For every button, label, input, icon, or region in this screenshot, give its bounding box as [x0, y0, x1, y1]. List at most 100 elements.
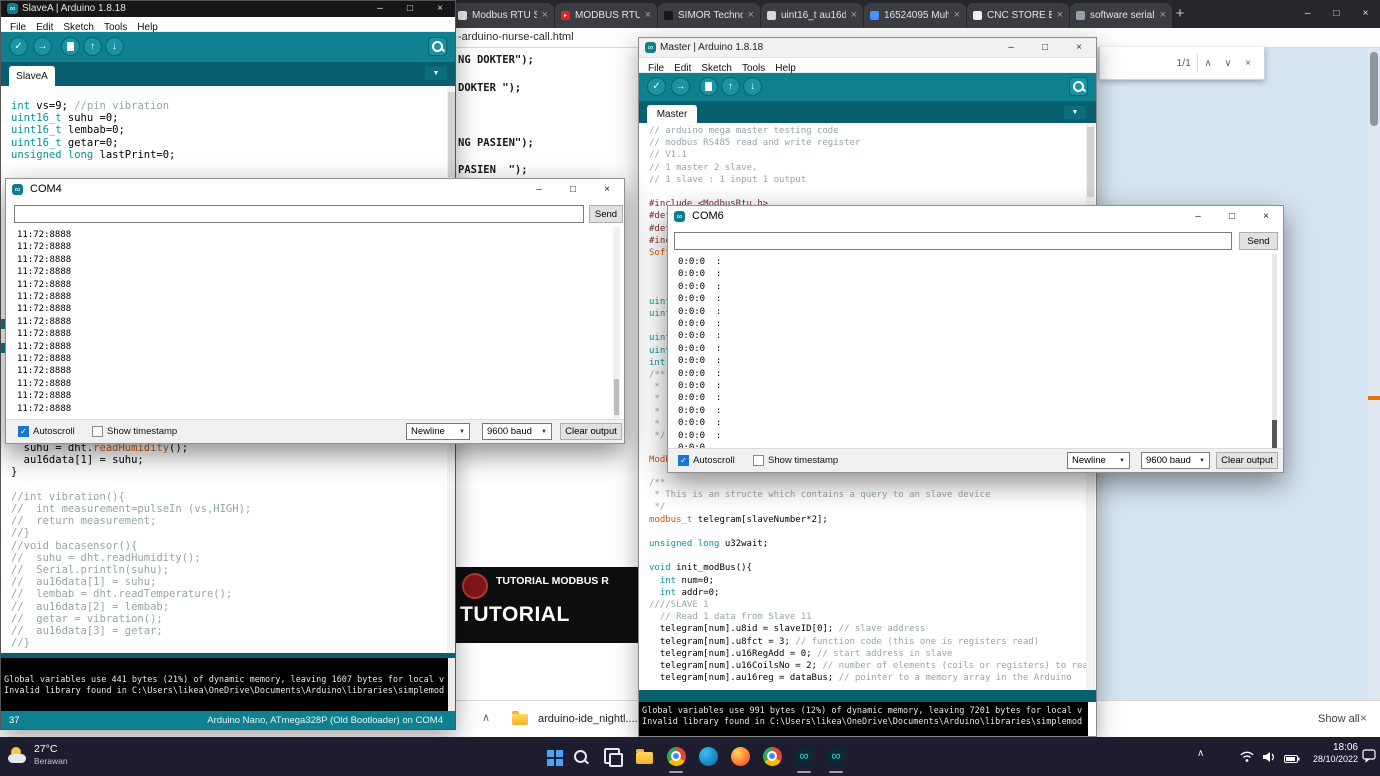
browser-button-3[interactable]	[760, 744, 784, 768]
close-icon[interactable]: ×	[1062, 38, 1096, 58]
show-timestamp-checkbox[interactable]	[92, 426, 103, 437]
line-ending-select[interactable]: Newline ▼	[1067, 452, 1130, 469]
open-sketch-button[interactable]: ↑	[83, 37, 102, 56]
title-bar[interactable]: ∞ COM6 – □ ×	[668, 206, 1283, 228]
maximize-icon[interactable]: □	[1215, 206, 1249, 228]
baud-rate-select[interactable]: 9600 baud ▼	[1141, 452, 1210, 469]
save-sketch-button[interactable]: ↓	[105, 37, 124, 56]
sketch-tab-slavea[interactable]: SlaveA	[9, 66, 55, 86]
code-editor[interactable]: /** * This is an structe which contains …	[649, 477, 1086, 689]
serial-input-field[interactable]	[14, 205, 584, 223]
sketch-tab-master[interactable]: Master	[647, 105, 697, 123]
tab-menu-dropdown[interactable]: ▼	[425, 67, 447, 80]
arduino-ide-button-1[interactable]: ∞	[792, 744, 816, 768]
minimize-icon[interactable]: –	[365, 1, 395, 17]
chevron-up-icon[interactable]: ∧	[482, 711, 490, 724]
browser-tab[interactable]: CNC STORE BA ×	[967, 3, 1069, 28]
browser-tab[interactable]: SIMOR Technol ×	[658, 3, 760, 28]
tab-close-icon[interactable]: ×	[1160, 10, 1166, 21]
browser-tab[interactable]: Modbus RTU SD ×	[452, 3, 554, 28]
save-sketch-button[interactable]: ↓	[743, 77, 762, 96]
tray-expand-button[interactable]: ∧	[1197, 748, 1204, 759]
clear-output-button[interactable]: Clear output	[1216, 452, 1278, 469]
minimize-icon[interactable]: –	[994, 38, 1028, 58]
action-center-icon[interactable]	[1362, 749, 1376, 768]
browser-tab[interactable]: software serial ×	[1070, 3, 1172, 28]
console-output[interactable]: Global variables use 991 bytes (12%) of …	[639, 702, 1096, 736]
maximize-icon[interactable]: □	[1322, 0, 1351, 28]
autoscroll-checkbox[interactable]: ✓	[18, 426, 29, 437]
tab-close-icon[interactable]: ×	[542, 10, 548, 21]
close-icon[interactable]: ×	[1351, 0, 1380, 28]
download-shelf-close-icon[interactable]: ×	[1360, 711, 1367, 725]
upload-button[interactable]: →	[671, 77, 690, 96]
scrollbar-thumb[interactable]	[614, 379, 619, 415]
send-button[interactable]: Send	[589, 205, 623, 223]
tab-close-icon[interactable]: ×	[851, 10, 857, 21]
download-item[interactable]: arduino-ide_nightl....zip	[538, 713, 652, 725]
find-next-icon[interactable]: ∨	[1218, 58, 1238, 69]
show-timestamp-checkbox[interactable]	[753, 455, 764, 466]
find-previous-icon[interactable]: ∧	[1198, 58, 1218, 69]
tab-close-icon[interactable]: ×	[954, 10, 960, 21]
arduino-ide-button-2[interactable]: ∞	[824, 744, 848, 768]
browser-button-2[interactable]	[728, 744, 752, 768]
video-thumbnail[interactable]: TUTORIAL MODBUS R TUTORIAL	[452, 567, 648, 643]
baud-rate-select[interactable]: 9600 baud ▼	[482, 423, 552, 440]
maximize-icon[interactable]: □	[1028, 38, 1062, 58]
chrome-button[interactable]	[664, 744, 688, 768]
find-input[interactable]	[1106, 53, 1176, 73]
start-button[interactable]	[536, 744, 560, 768]
browser-tab[interactable]: ▸ MODBUS RTU S ×	[555, 3, 657, 28]
clock-date[interactable]: 28/10/2022	[1306, 754, 1358, 764]
new-sketch-button[interactable]	[61, 37, 80, 56]
edge-button[interactable]	[696, 744, 720, 768]
address-bar-text[interactable]: -arduino-nurse-call.html	[458, 31, 574, 43]
close-icon[interactable]: ×	[590, 179, 624, 201]
console-divider[interactable]	[639, 690, 1096, 702]
maximize-icon[interactable]: □	[395, 1, 425, 17]
serial-input-field[interactable]	[674, 232, 1232, 250]
serial-monitor-button[interactable]	[1069, 77, 1088, 96]
code-editor[interactable]: int vs=9; //pin vibration uint16_t suhu =…	[11, 100, 448, 175]
serial-output-area[interactable]: 0:0:0 :0:0:0 :0:0:0 :0:0:0 :0:0:0 :0:0:0…	[678, 256, 1266, 450]
wifi-icon[interactable]	[1240, 750, 1254, 768]
new-tab-button[interactable]: +	[1170, 4, 1190, 24]
close-icon[interactable]: ×	[425, 1, 455, 17]
serial-output-area[interactable]: 11:72:8888 11:72:8888 11:72:8888 11:72:8888…	[17, 229, 609, 421]
browser-tab[interactable]: uint16_t au16d ×	[761, 3, 863, 28]
console-scrollbar[interactable]	[448, 658, 455, 711]
find-close-icon[interactable]: ×	[1238, 58, 1258, 69]
title-bar[interactable]: ∞ Master | Arduino 1.8.18 – □ ×	[639, 38, 1096, 58]
send-button[interactable]: Send	[1239, 232, 1278, 250]
maximize-icon[interactable]: □	[556, 179, 590, 201]
clear-output-button[interactable]: Clear output	[560, 423, 622, 440]
title-bar[interactable]: ∞ COM4 – □ ×	[6, 179, 624, 201]
serial-scrollbar[interactable]	[613, 227, 620, 421]
scrollbar-thumb[interactable]	[1087, 127, 1094, 197]
tab-menu-dropdown[interactable]: ▼	[1064, 106, 1086, 119]
file-explorer-button[interactable]	[632, 744, 656, 768]
tab-close-icon[interactable]: ×	[645, 10, 651, 21]
console-scrollbar[interactable]	[1088, 702, 1096, 736]
verify-button[interactable]: ✓	[647, 77, 666, 96]
search-button[interactable]	[568, 744, 592, 768]
code-editor[interactable]: suhu = dht.readHumidity(); au16data[1] =…	[11, 442, 448, 652]
minimize-icon[interactable]: –	[1293, 0, 1322, 28]
browser-tab[interactable]: 16524095 Muh ×	[864, 3, 966, 28]
minimize-icon[interactable]: –	[522, 179, 556, 201]
upload-button[interactable]: →	[33, 37, 52, 56]
battery-icon[interactable]	[1284, 751, 1300, 769]
weather-widget[interactable]: 27°C Berawan	[0, 737, 120, 776]
minimize-icon[interactable]: –	[1181, 206, 1215, 228]
scrollbar-thumb[interactable]	[1370, 52, 1378, 126]
open-sketch-button[interactable]: ↑	[721, 77, 740, 96]
serial-scrollbar[interactable]	[1272, 254, 1277, 452]
clock-time[interactable]: 18:06	[1306, 742, 1358, 753]
verify-button[interactable]: ✓	[9, 37, 28, 56]
close-icon[interactable]: ×	[1249, 206, 1283, 228]
serial-monitor-button[interactable]	[428, 37, 447, 56]
task-view-button[interactable]	[600, 744, 624, 768]
tab-close-icon[interactable]: ×	[1057, 10, 1063, 21]
autoscroll-checkbox[interactable]: ✓	[678, 455, 689, 466]
